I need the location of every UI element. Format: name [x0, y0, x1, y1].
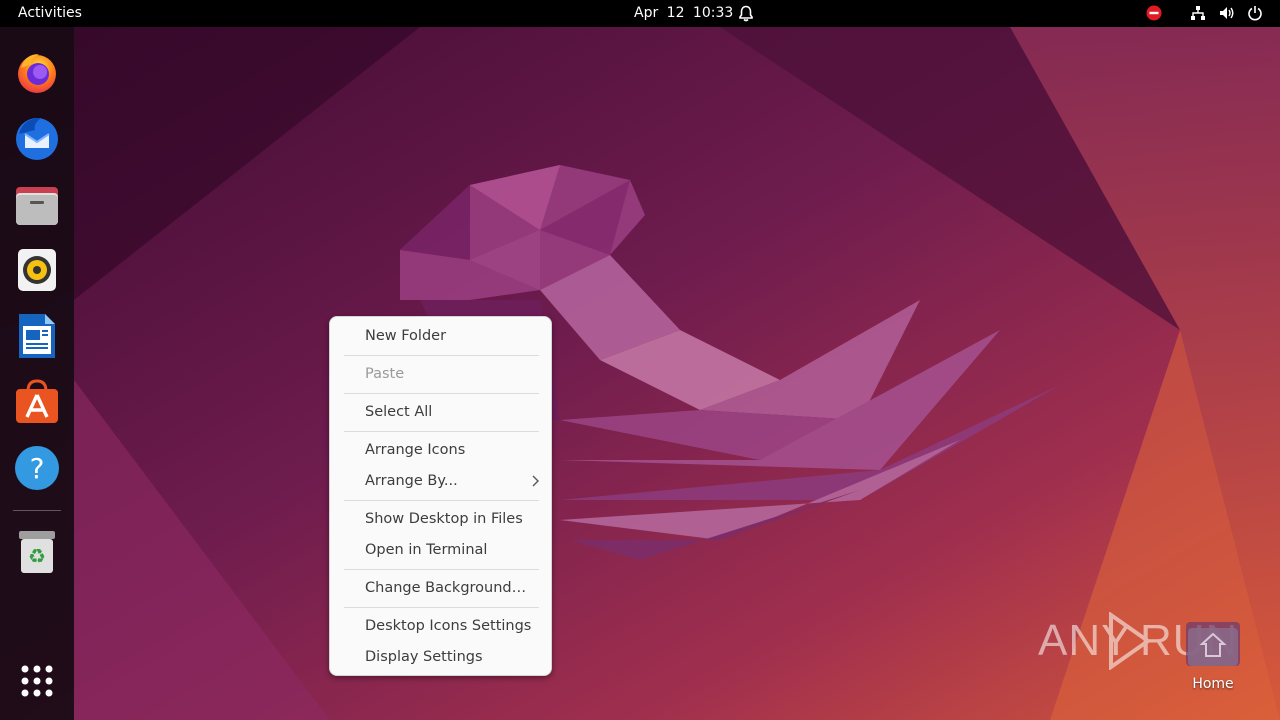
dock-app-trash[interactable]: ♻ [11, 526, 63, 578]
menu-separator [344, 393, 539, 394]
dock-app-writer[interactable] [11, 310, 63, 362]
firefox-icon [18, 54, 56, 93]
svg-text:?: ? [30, 452, 45, 485]
dock-app-software[interactable] [11, 376, 63, 428]
svg-text:♻: ♻ [28, 544, 46, 568]
dock: ? ♻ [0, 27, 74, 720]
menu-item-arrange-by-label: Arrange By... [365, 473, 458, 489]
dock-app-firefox[interactable] [11, 46, 63, 98]
menu-item-arrange-icons[interactable]: Arrange Icons [330, 435, 553, 465]
menu-item-select-all[interactable]: Select All [330, 397, 553, 427]
menu-item-desktop-icons-settings[interactable]: Desktop Icons Settings [330, 611, 553, 641]
menu-item-change-background[interactable]: Change Background… [330, 573, 553, 603]
dock-app-rhythmbox[interactable] [11, 244, 63, 296]
thunderbird-icon [16, 118, 58, 160]
top-bar: Activities Apr 12 10:33 [0, 0, 1280, 27]
menu-item-arrange-by[interactable]: Arrange By... [330, 466, 553, 496]
desktop-context-menu: New Folder Paste Select All Arrange Icon… [329, 316, 552, 676]
menu-item-paste: Paste [365, 366, 405, 382]
files-icon [16, 187, 58, 225]
menu-item-new-folder[interactable]: New Folder [330, 321, 553, 351]
chevron-right-icon [532, 475, 539, 487]
dock-app-thunderbird[interactable] [11, 112, 63, 164]
software-icon [16, 379, 58, 423]
writer-icon [19, 314, 55, 358]
app-grid-icon [21, 665, 53, 697]
activities-button[interactable]: Activities [18, 0, 82, 27]
volume-icon[interactable] [1219, 5, 1235, 21]
dock-separator [13, 510, 61, 511]
stop-icon[interactable] [1146, 5, 1162, 21]
menu-separator [344, 431, 539, 432]
menu-item-show-desktop-in-files[interactable]: Show Desktop in Files [330, 504, 553, 534]
rhythmbox-icon [18, 249, 56, 291]
menu-item-display-settings[interactable]: Display Settings [330, 642, 553, 672]
menu-separator [344, 607, 539, 608]
power-icon[interactable] [1247, 5, 1263, 21]
help-icon: ? [15, 446, 59, 490]
menu-separator [344, 500, 539, 501]
menu-item-open-in-terminal[interactable]: Open in Terminal [330, 535, 553, 565]
trash-icon: ♻ [19, 531, 55, 573]
menu-separator [344, 355, 539, 356]
dock-app-files[interactable] [11, 179, 63, 231]
network-icon[interactable] [1190, 5, 1206, 21]
bell-icon[interactable] [738, 5, 754, 22]
home-folder-label[interactable]: Home [1178, 676, 1248, 692]
clock-datetime[interactable]: Apr 12 10:33 [634, 0, 733, 27]
show-apps-button[interactable] [11, 655, 63, 707]
dock-app-help[interactable]: ? [11, 442, 63, 494]
menu-separator [344, 569, 539, 570]
home-folder-icon[interactable] [1184, 620, 1242, 668]
